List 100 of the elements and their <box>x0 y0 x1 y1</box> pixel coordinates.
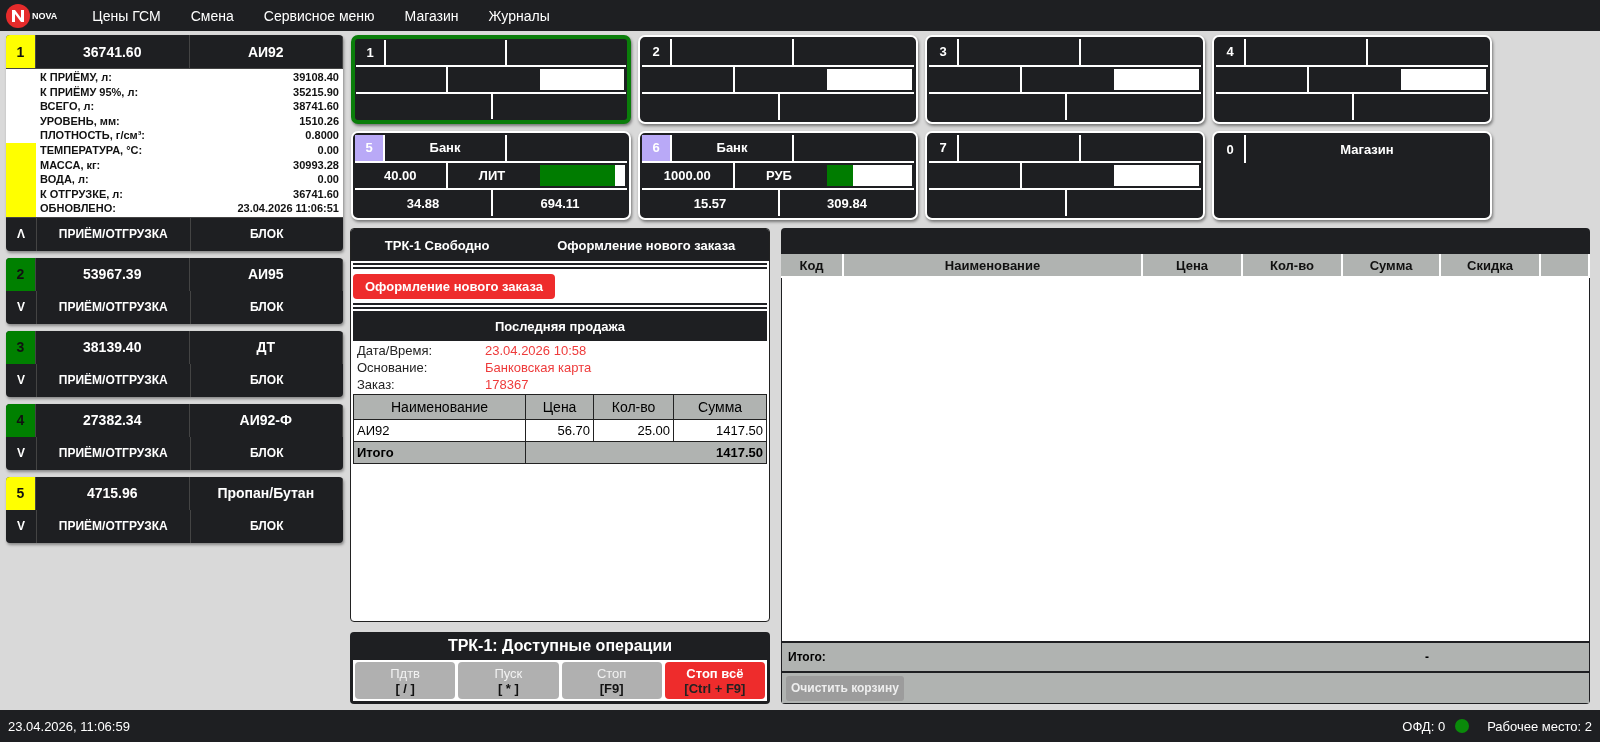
pump-card[interactable]: 5 Банк 40.00 ЛИТ 34.88 694.11 <box>351 131 631 220</box>
tank-volume: 53967.39 <box>36 257 190 291</box>
tank-volume: 27382.34 <box>36 403 190 437</box>
new-order-button[interactable]: Оформление нового заказа <box>353 274 555 299</box>
payment-type: Банк <box>670 135 792 161</box>
tank-detail-value: 0.00 <box>317 172 339 187</box>
table-cell: 1417.50 <box>673 419 767 442</box>
pump-card[interactable]: 4 <box>1212 35 1492 124</box>
pump-card[interactable]: 6 Банк 1000.00 РУБ 15.57 309.84 <box>638 131 918 220</box>
block-button[interactable]: БЛОК <box>189 290 343 324</box>
expand-toggle[interactable]: V <box>6 436 36 470</box>
info-label: Основание: <box>357 360 429 375</box>
menu-item[interactable]: Сервисное меню <box>248 7 390 24</box>
pump-card[interactable]: 1 <box>351 35 631 124</box>
ofd-status: ОФД: 0 <box>1402 718 1446 734</box>
tank-detail-value: 35215.90 <box>293 84 339 100</box>
tank-number: 3 <box>6 330 36 364</box>
expand-toggle[interactable]: Λ <box>6 217 36 251</box>
dispensed-volume: 34.88 <box>405 194 441 213</box>
expand-toggle[interactable]: V <box>6 509 36 543</box>
payment-type: Банк <box>383 135 505 161</box>
expand-toggle[interactable]: V <box>6 363 36 397</box>
block-button[interactable]: БЛОК <box>189 217 343 251</box>
tank-detail-value: 38741.60 <box>293 99 339 114</box>
column-header: Сумма <box>1343 254 1439 276</box>
block-button[interactable]: БЛОК <box>189 509 343 543</box>
operation-button[interactable]: Стоп всё [Ctrl + F9] <box>664 662 765 699</box>
section-header: Последняя продажа <box>353 311 767 341</box>
info-label: Дата/Время: <box>357 343 434 358</box>
tank-detail-label: К ОТГРУЗКЕ, л: <box>40 186 124 202</box>
tank-detail-label: К ПРИЁМУ 95%, л: <box>40 84 139 100</box>
column-header: Цена <box>1143 254 1241 276</box>
dispensed-sum: 694.11 <box>491 190 627 216</box>
total-label: Итого <box>353 441 526 464</box>
column-header: Цена <box>525 394 594 420</box>
menu-item[interactable]: Цены ГСМ <box>77 7 176 24</box>
tank-detail-value: 1510.26 <box>299 113 339 129</box>
tank-detail-label: МАССА, кг: <box>40 157 101 173</box>
table-cell: 25.00 <box>593 419 674 442</box>
status-datetime: 23.04.2026, 11:06:59 <box>8 718 130 734</box>
fuel-name: ДТ <box>189 330 343 364</box>
tank-detail-value: 23.04.2026 11:06:51 <box>237 201 339 216</box>
tank-number: 4 <box>6 403 36 437</box>
column-header: Наименование <box>353 394 526 420</box>
tank-number: 2 <box>6 257 36 291</box>
receive-ship-button[interactable]: ПРИЁМ/ОТГРУЗКА <box>36 436 190 470</box>
receive-ship-button[interactable]: ПРИЁМ/ОТГРУЗКА <box>36 509 190 543</box>
table-cell: 56.70 <box>525 419 594 442</box>
fuel-name: АИ92-Ф <box>189 403 343 437</box>
tank-detail-label: ТЕМПЕРАТУРА, °С: <box>40 142 143 158</box>
dispensed-sum: 309.84 <box>778 190 914 216</box>
total-value: 1417.50 <box>525 441 767 464</box>
receive-ship-button[interactable]: ПРИЁМ/ОТГРУЗКА <box>36 217 190 251</box>
info-label: Заказ: <box>357 377 396 392</box>
info-value: 23.04.2026 10:58 <box>485 343 588 358</box>
fuel-name: Пропан/Бутан <box>189 476 343 510</box>
dispensed-volume: 15.57 <box>692 194 728 213</box>
tank-detail-label: ОБНОВЛЕНО: <box>40 201 116 216</box>
tank-detail-label: ВСЕГО, л: <box>40 99 95 114</box>
tank-detail-value: 30993.28 <box>293 157 339 173</box>
info-value: 178367 <box>485 377 530 392</box>
pump-number: 5 <box>355 135 383 161</box>
block-button[interactable]: БЛОК <box>189 436 343 470</box>
column-header: Наименование <box>844 254 1141 276</box>
tank-detail-value: 39108.40 <box>293 70 339 85</box>
tank-detail-value: 36741.60 <box>293 186 339 202</box>
workplace-label: Рабочее место: 2 <box>1487 718 1592 734</box>
logo-text: NOVA <box>32 10 58 21</box>
column-header: Кол-во <box>1243 254 1341 276</box>
expand-toggle[interactable]: V <box>6 290 36 324</box>
column-header: Код <box>781 254 842 276</box>
pump-card[interactable]: 3 <box>925 35 1205 124</box>
total-value: - <box>1425 650 1429 664</box>
receive-ship-button[interactable]: ПРИЁМ/ОТГРУЗКА <box>36 290 190 324</box>
column-header: Кол-во <box>593 394 674 420</box>
tank-detail-label: ПЛОТНОСТЬ, г/см³: <box>40 128 146 143</box>
column-header: Сумма <box>673 394 767 420</box>
pump-card[interactable]: 0 Магазин <box>1212 131 1492 220</box>
order-mode: Оформление нового заказа <box>557 237 736 253</box>
menu-item[interactable]: Магазин <box>389 7 474 24</box>
block-button[interactable]: БЛОК <box>189 363 343 397</box>
tank-detail-label: ВОДА, л: <box>40 172 89 187</box>
receive-ship-button[interactable]: ПРИЁМ/ОТГРУЗКА <box>36 363 190 397</box>
logo-icon <box>6 3 30 28</box>
pump-card[interactable]: 7 <box>925 131 1205 220</box>
tank-volume: 4715.96 <box>36 476 190 510</box>
column-header: Скидка <box>1441 254 1539 276</box>
tank-number: 1 <box>6 35 36 68</box>
tank-volume: 38139.40 <box>36 330 190 364</box>
tank-detail-value: 0.8000 <box>305 128 339 143</box>
tank-number: 5 <box>6 476 36 510</box>
fuel-name: АИ95 <box>189 257 343 291</box>
pump-status: ТРК-1 Свободно <box>384 237 490 253</box>
total-label: Итого: <box>788 650 827 664</box>
pump-card[interactable]: 2 <box>638 35 918 124</box>
tank-detail-value: 0.00 <box>317 142 339 158</box>
preset-amount: 1000.00 <box>662 167 712 185</box>
menu-item[interactable]: Смена <box>175 7 249 24</box>
menu-item[interactable]: Журналы <box>473 7 565 24</box>
tank-detail-label: К ПРИЁМУ, л: <box>40 70 112 85</box>
